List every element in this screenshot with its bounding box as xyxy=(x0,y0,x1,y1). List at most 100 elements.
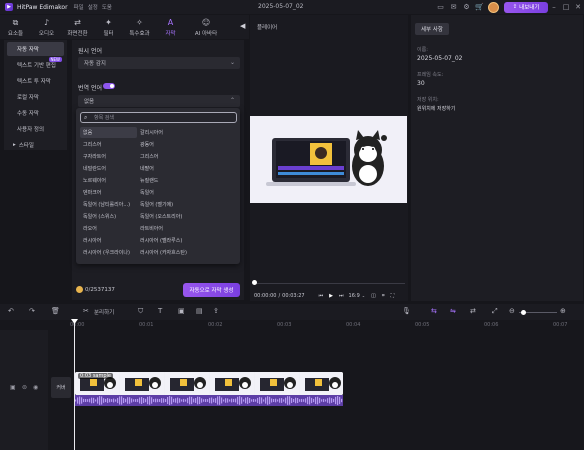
export-clip-icon[interactable]: ⇪ xyxy=(213,307,219,315)
seek-track[interactable] xyxy=(253,283,405,284)
language-option[interactable]: 구자라트어 xyxy=(80,151,137,162)
magnet-icon[interactable]: ⇆ xyxy=(431,307,437,315)
seek-handle[interactable] xyxy=(252,280,257,285)
track-layer-icon[interactable]: ▣ xyxy=(10,384,16,391)
language-option[interactable]: 네덜란드어 xyxy=(80,163,137,174)
redo-icon[interactable]: ↷ xyxy=(29,307,35,315)
player-controls: 00:00:00 / 00:03:27 ⏮ ▶ ⏭ 16:9 ⌄ ◫ ⌗ ⛶ xyxy=(254,291,406,300)
new-badge: NEW xyxy=(48,57,62,62)
language-option[interactable]: 독일어 xyxy=(137,187,235,198)
shield-icon[interactable]: ⛉ xyxy=(138,307,143,316)
language-option[interactable]: 네팔어 xyxy=(137,163,235,174)
language-search-input[interactable]: ⌕ 항목 검색 xyxy=(80,112,237,123)
language-option[interactable]: 러시아어 (카자흐스탄) xyxy=(137,247,235,258)
tool-subtitles[interactable]: A 자막 xyxy=(155,15,186,39)
source-language-select[interactable]: 자동 감지 ⌄ xyxy=(78,57,240,69)
tool-ai-avatar[interactable]: ☺ AI 아바타 xyxy=(186,15,226,39)
language-option[interactable]: 뉴질랜드 xyxy=(137,175,235,186)
translate-language-select[interactable]: 없음 ⌃ xyxy=(78,95,240,107)
export-button[interactable]: ⇪ 내보내기 xyxy=(504,1,548,13)
language-option[interactable]: 광동어 xyxy=(137,139,235,150)
auto-generate-button[interactable]: 자동으로 자막 생성 xyxy=(183,283,240,297)
text-box-icon[interactable]: T xyxy=(158,307,162,315)
language-option[interactable]: 러시아어 (벨라루스) xyxy=(137,235,235,246)
tool-label: 자막 xyxy=(165,31,176,37)
fullscreen-icon[interactable]: ⛶ xyxy=(391,293,395,299)
subtitle-icon[interactable]: ▤ xyxy=(196,307,203,315)
scissors-icon[interactable]: ✂ xyxy=(83,307,89,315)
sticker-icon[interactable]: ▣ xyxy=(178,307,185,315)
nav-manual-subtitle[interactable]: 수동 자막 xyxy=(7,106,64,120)
ruler-tick-label: 00:00 xyxy=(70,322,85,328)
audio-waveform[interactable] xyxy=(75,395,343,406)
tool-elements[interactable]: ⧉ 요소들 xyxy=(0,15,31,39)
prev-frame-icon[interactable]: ⏮ xyxy=(319,293,324,299)
language-option[interactable]: 라트비아어 xyxy=(137,223,235,234)
zoom-slider-handle[interactable] xyxy=(521,310,526,315)
playhead[interactable] xyxy=(74,321,75,450)
language-option[interactable]: 덴마크어 xyxy=(80,187,137,198)
menu-settings[interactable]: 설정 xyxy=(88,3,98,11)
language-option[interactable]: 독일어 (오스트리아) xyxy=(137,211,235,222)
aspect-ratio-select[interactable]: 16:9 xyxy=(349,293,360,299)
language-option[interactable]: 라오어 xyxy=(80,223,137,234)
zoom-out-icon[interactable]: ⊖ xyxy=(509,307,515,315)
translate-toggle[interactable] xyxy=(103,83,115,89)
language-option[interactable]: 독일어 (스위스) xyxy=(80,211,137,222)
nav-local-subtitle[interactable]: 로컬 자막 xyxy=(7,90,64,104)
search-placeholder: 항목 검색 xyxy=(94,115,114,121)
avatar-icon: ☺ xyxy=(201,18,211,27)
fit-icon[interactable]: ⤢ xyxy=(492,307,498,316)
language-option[interactable]: 러시아어 (우크라이나) xyxy=(80,247,137,258)
nav-text-to-subtitle[interactable]: 텍스트 투 자막 xyxy=(7,74,64,88)
nav-style[interactable]: ▸ 스타일 xyxy=(7,138,64,152)
nav-custom[interactable]: 사용자 정의 xyxy=(7,122,64,136)
microphone-icon[interactable]: 🎙 xyxy=(402,307,411,315)
language-option[interactable]: 독일어 (남티롤리아...) xyxy=(80,199,137,210)
tool-effects[interactable]: ✧ 특수효과 xyxy=(124,15,155,39)
mail-icon[interactable]: ✉ xyxy=(449,3,458,12)
cart-icon[interactable]: 🛒 xyxy=(475,3,484,12)
play-icon[interactable]: ▶ xyxy=(329,293,333,299)
ruler-tick-label: 00:03 xyxy=(277,322,292,328)
tool-transitions[interactable]: ⇄ 화면전환 xyxy=(62,15,93,39)
undo-icon[interactable]: ↶ xyxy=(8,307,14,315)
monitor-icon[interactable]: ▭ xyxy=(436,3,445,12)
gear-icon[interactable]: ⚙ xyxy=(462,3,471,12)
video-clip[interactable]: 0:03 sample xyxy=(75,372,343,395)
split-label[interactable]: 분리하기 xyxy=(94,308,114,316)
next-frame-icon[interactable]: ⏭ xyxy=(339,293,344,299)
delete-icon[interactable]: 🗑 xyxy=(51,307,60,315)
snap-icon[interactable]: ⇄ xyxy=(470,307,476,315)
link-icon[interactable]: ⇋ xyxy=(450,307,456,315)
language-option[interactable]: 독일어 (벨기에) xyxy=(137,199,235,210)
menu-file[interactable]: 파일 xyxy=(74,3,84,11)
crop-icon[interactable]: ⌗ xyxy=(382,293,385,299)
eye-icon[interactable]: ◉ xyxy=(33,384,38,391)
language-option[interactable]: 그리스어 xyxy=(137,151,235,162)
tab-details[interactable]: 세부 사항 xyxy=(415,23,449,35)
tool-filters[interactable]: ✦ 필터 xyxy=(93,15,124,39)
language-option[interactable]: 그리스어 xyxy=(80,139,137,150)
close-icon[interactable]: ✕ xyxy=(572,0,584,14)
zoom-in-icon[interactable]: ⊕ xyxy=(560,307,566,315)
maximize-icon[interactable]: □ xyxy=(560,0,572,14)
collapse-left-icon[interactable]: ◀ xyxy=(240,22,245,30)
snapshot-icon[interactable]: ◫ xyxy=(371,293,376,299)
menu-help[interactable]: 도움 xyxy=(102,3,112,11)
nav-auto-subtitle[interactable]: 자동 자막 xyxy=(7,42,64,56)
language-option[interactable]: 러시아어 xyxy=(80,235,137,246)
nav-label: 수동 자막 xyxy=(17,111,39,117)
fps-value: 30 xyxy=(417,80,425,87)
cover-button[interactable]: 커버 xyxy=(51,377,71,398)
timeline-ruler[interactable]: 00:00 00:01 00:02 00:03 00:04 00:05 00:06 00:07 xyxy=(0,320,584,330)
nav-text-edit[interactable]: 텍스트 기반 편집 NEW xyxy=(7,57,64,72)
language-option[interactable]: 노르웨이어 xyxy=(80,175,137,186)
tool-audio[interactable]: ♪ 오디오 xyxy=(31,15,62,39)
language-option[interactable]: 없음 xyxy=(80,127,137,138)
language-dropdown: ⌕ 항목 검색 없음 그리스어 구자라트어 네덜란드어 노르웨이어 덴마크어 독일어 (남티… xyxy=(76,108,240,264)
avatar[interactable] xyxy=(488,1,499,13)
minimize-icon[interactable]: – xyxy=(548,0,560,14)
lock-icon[interactable]: ⊜ xyxy=(22,384,27,391)
language-option[interactable]: 갈리시아어 xyxy=(137,127,235,138)
